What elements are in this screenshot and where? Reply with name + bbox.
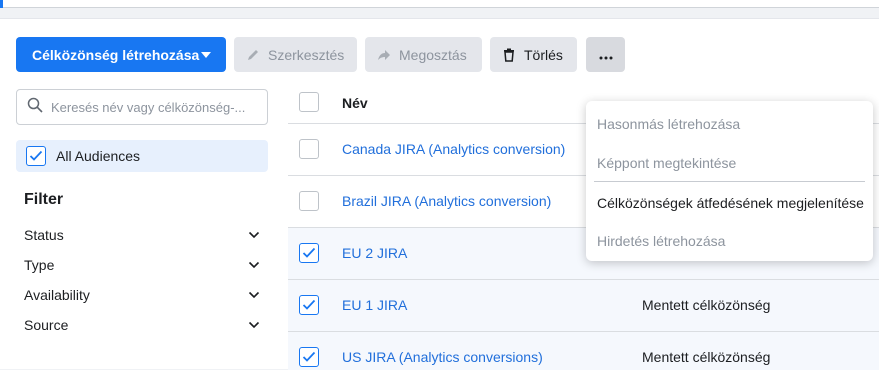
share-arrow-icon [377,48,391,62]
table-row[interactable]: EU 1 JIRA Mentett célközönség [288,280,879,332]
edit-label: Szerkesztés [268,46,345,63]
filter-source-label: Source [24,317,69,333]
filter-status[interactable]: Status [24,225,260,245]
chevron-down-icon [248,321,260,329]
filter-type[interactable]: Type [24,255,260,275]
select-all-checkbox[interactable] [299,92,319,112]
all-audiences-checkbox[interactable] [26,146,46,166]
checkmark-icon [302,351,316,362]
row-checkbox[interactable] [299,243,319,263]
create-audience-label: Célközönség létrehozása [32,46,200,63]
top-bar-accent [0,0,3,8]
search-icon [27,97,43,118]
create-audience-button[interactable]: Célközönség létrehozása [16,37,226,72]
more-options-menu: Hasonmás létrehozása Képpont megtekintés… [586,101,873,261]
all-audiences-label: All Audiences [56,148,141,164]
share-label: Megosztás [399,46,467,63]
table-row[interactable]: US JIRA (Analytics conversions) Mentett … [288,332,879,370]
chevron-down-icon [248,291,260,299]
ellipsis-icon [599,47,613,63]
filter-availability[interactable]: Availability [24,285,260,305]
name-column-header[interactable]: Név [342,95,368,111]
menu-item-show-audience-overlap[interactable]: Célközönségek átfedésének megjelenítése [597,195,864,211]
delete-button[interactable]: Törlés [490,37,577,72]
filter-title: Filter [24,191,64,208]
pencil-icon [246,48,260,62]
audiences-page: Célközönség létrehozása Szerkesztés Mego… [0,18,879,370]
checkmark-icon [302,299,316,310]
audience-type: Mentett célközönség [642,297,771,313]
all-audiences-item[interactable]: All Audiences [16,140,268,172]
audience-name-link[interactable]: EU 1 JIRA [342,297,407,313]
audience-name-link[interactable]: Canada JIRA (Analytics conversion) [342,141,565,157]
search-input[interactable] [51,99,261,115]
row-checkbox[interactable] [299,191,319,211]
share-button[interactable]: Megosztás [365,37,482,72]
checkmark-icon [29,150,43,161]
chevron-down-icon [248,261,260,269]
audience-name-link[interactable]: US JIRA (Analytics conversions) [342,349,543,365]
edit-button[interactable]: Szerkesztés [234,37,357,72]
filter-status-label: Status [24,227,64,243]
row-checkbox[interactable] [299,347,319,367]
filter-source[interactable]: Source [24,315,260,335]
row-checkbox[interactable] [299,139,319,159]
trash-icon [502,48,516,62]
top-bar [0,0,879,8]
more-options-button[interactable] [586,37,625,72]
filter-type-label: Type [24,257,55,273]
delete-label: Törlés [524,46,563,63]
menu-item-view-pixel[interactable]: Képpont megtekintése [597,155,736,171]
row-checkbox[interactable] [299,295,319,315]
menu-divider [594,181,865,182]
audience-type: Mentett célközönség [642,349,771,365]
caret-down-icon [201,52,211,58]
menu-item-create-lookalike[interactable]: Hasonmás létrehozása [597,116,740,132]
checkmark-icon [302,247,316,258]
menu-item-create-ad[interactable]: Hirdetés létrehozása [597,233,725,249]
filter-availability-label: Availability [24,287,90,303]
audience-name-link[interactable]: EU 2 JIRA [342,245,407,261]
chevron-down-icon [248,231,260,239]
search-field[interactable] [16,89,268,125]
audience-name-link[interactable]: Brazil JIRA (Analytics conversion) [342,193,551,209]
